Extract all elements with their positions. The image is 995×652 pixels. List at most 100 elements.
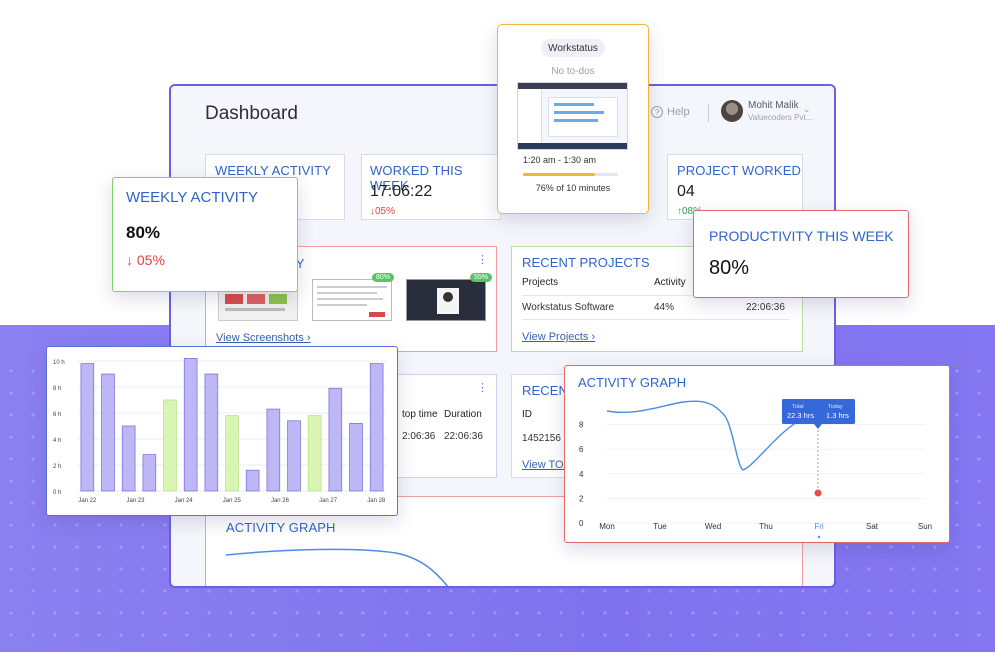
col-header-projects: Projects <box>522 277 559 288</box>
weekly-activity-value: 80% <box>126 223 161 242</box>
workstatus-pill[interactable]: Workstatus <box>541 39 605 57</box>
tooltip-total-label: Total <box>792 404 804 410</box>
x-tick-label: Jan 26 <box>271 498 290 504</box>
col-header-duration: Duration <box>444 409 482 420</box>
page-title: Dashboard <box>205 103 298 124</box>
weekly-activity-title: WEEKLY ACTIVITY <box>126 189 258 206</box>
time-range: 1:20 am - 1:30 am <box>523 155 597 165</box>
view-projects-link[interactable]: View Projects › <box>522 331 595 343</box>
screenshot-thumb[interactable] <box>406 279 486 321</box>
tooltip-pointer <box>814 424 822 429</box>
bar <box>307 415 322 492</box>
tooltip-today-label: Today <box>828 404 843 410</box>
screenshot-activity-badge: 80% <box>372 273 395 282</box>
project-value: 04 <box>677 183 695 200</box>
card-title: PROJECT WORKED <box>677 163 801 178</box>
view-todos-link[interactable]: View TO- <box>522 459 567 471</box>
stop-time-value: 2:06:36 <box>402 431 436 442</box>
bar <box>142 454 157 492</box>
x-tick-label: Tue <box>653 522 667 531</box>
y-tick-label: 6 h <box>53 412 61 418</box>
y-tick-label: 6 <box>579 445 584 454</box>
progress-fill <box>523 173 596 176</box>
more-icon[interactable]: ⋮ <box>477 253 488 266</box>
y-tick-label: 8 <box>579 421 584 430</box>
project-row-activity: 44% <box>654 302 675 313</box>
progress-label: 76% of 10 minutes <box>535 183 611 193</box>
weekly-activity-card: WEEKLY ACTIVITY 80% ↓ 05% <box>112 177 298 292</box>
help-button[interactable]: ? Help <box>651 106 690 118</box>
bar <box>287 420 301 492</box>
bar <box>349 423 363 492</box>
bar <box>163 399 177 492</box>
bar <box>101 373 115 492</box>
active-day-dot <box>817 535 821 539</box>
todo-row-id: 1452156 <box>522 433 561 444</box>
y-tick-label: 0 h <box>53 490 61 496</box>
x-tick-label: Wed <box>705 522 721 531</box>
bar <box>245 469 260 492</box>
help-icon: ? <box>651 106 663 118</box>
x-tick-label: Sat <box>866 522 879 531</box>
tooltip-today-value: 1.3 hrs <box>826 411 849 420</box>
y-tick-label: 2 h <box>53 464 61 470</box>
productivity-card: PRODUCTIVITY THIS WEEK 80% <box>693 210 909 298</box>
x-tick-label: Sun <box>918 522 932 531</box>
y-tick-label: 2 <box>579 494 584 503</box>
bar <box>266 408 281 492</box>
y-tick-label: 4 h <box>53 438 61 444</box>
user-name: Mohit Malik <box>748 100 799 111</box>
project-row-name: Workstatus Software <box>522 302 615 313</box>
activity-series-line <box>606 400 806 471</box>
x-tick-label: Mon <box>599 522 615 531</box>
tooltip-total-value: 22.3 hrs <box>787 411 814 420</box>
y-tick-label: 0 <box>579 519 584 528</box>
bar <box>369 363 384 492</box>
worked-value: 17:06:22 <box>370 183 433 200</box>
x-tick-label: Jan 23 <box>126 498 145 504</box>
card-title: RECENT PROJECTS <box>522 255 650 270</box>
bar <box>80 363 95 492</box>
weekly-activity-delta: ↓ 05% <box>126 252 165 268</box>
help-label: Help <box>667 106 690 118</box>
bar <box>121 425 136 492</box>
chevron-down-icon[interactable]: ⌄ <box>803 104 811 115</box>
no-todos-text: No to-dos <box>551 66 595 77</box>
hours-bar-chart: 0 h 2 h 4 h 6 h 8 h 10 h Jan 22 Jan 23 Jan 24 Jan… <box>46 346 398 516</box>
screenshot-activity-badge: 55% <box>470 273 493 282</box>
x-tick-label: Fri <box>814 522 824 531</box>
bar <box>204 373 219 492</box>
highlight-point <box>814 489 822 497</box>
productivity-title: PRODUCTIVITY THIS WEEK <box>709 228 894 244</box>
worked-this-week-card: WORKED THIS WEEK 17:06:22 ↓05% <box>361 154 501 220</box>
bar <box>328 387 343 492</box>
x-tick-label: Jan 24 <box>175 498 194 504</box>
workstatus-widget: Workstatus No to-dos 1:20 am - 1:30 am 7… <box>497 24 649 214</box>
bar <box>183 357 198 492</box>
x-tick-label: Jan 25 <box>223 498 242 504</box>
y-tick-label: 4 <box>579 470 584 479</box>
latest-screenshot[interactable] <box>517 82 628 150</box>
more-icon[interactable]: ⋮ <box>477 381 488 394</box>
avatar[interactable] <box>721 100 743 122</box>
productivity-value: 80% <box>709 257 750 279</box>
y-tick-label: 10 h <box>53 360 65 366</box>
col-header-activity: Activity <box>654 277 686 288</box>
duration-value: 22:06:36 <box>444 431 483 442</box>
x-tick-label: Jan 27 <box>319 498 338 504</box>
activity-graph-card: ACTIVITY GRAPH 0 2 4 6 8 Mon Tue Wed Thu Fri Sat Su… <box>564 365 950 543</box>
line-chart-svg: 0 2 4 6 8 Mon Tue Wed Thu Fri Sat Sun Total Today 22.3… <box>579 399 932 539</box>
screenshot-thumb[interactable] <box>312 279 392 321</box>
x-tick-label: Jan 22 <box>78 498 97 504</box>
activity-progress-bar <box>523 173 618 176</box>
divider <box>522 319 790 320</box>
x-tick-label: Jan 28 <box>367 498 386 504</box>
bar <box>225 415 239 492</box>
project-row-time: 22:06:36 <box>746 302 785 313</box>
header-divider <box>708 104 709 122</box>
col-header-stop-time: top time <box>402 409 438 420</box>
hero-illustration: Dashboard ? Help Mohit Malik Valuecoders… <box>0 0 995 652</box>
view-screenshots-link[interactable]: View Screenshots › <box>216 332 311 344</box>
worked-delta: ↓05% <box>370 206 396 217</box>
x-tick-label: Thu <box>759 522 773 531</box>
